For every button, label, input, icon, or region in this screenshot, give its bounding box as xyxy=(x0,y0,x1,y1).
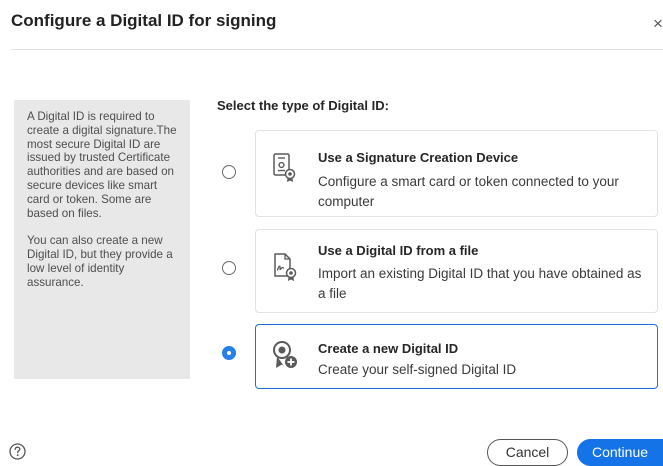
close-icon: × xyxy=(653,14,663,33)
help-button[interactable] xyxy=(9,443,26,460)
close-button[interactable]: × xyxy=(653,14,663,34)
option-title: Create a new Digital ID xyxy=(318,341,459,356)
help-icon xyxy=(9,443,26,460)
info-sidebar: A Digital ID is required to create a dig… xyxy=(14,100,190,379)
option-title: Use a Signature Creation Device xyxy=(318,150,519,165)
radio-digital-id-file[interactable] xyxy=(222,261,236,275)
option-signature-device[interactable]: Use a Signature Creation Device Configur… xyxy=(255,130,658,217)
option-new-digital-id[interactable]: Create a new Digital ID Create your self… xyxy=(255,324,658,389)
option-description: Configure a smart card or token connecte… xyxy=(318,174,619,209)
configure-digital-id-dialog: Configure a Digital ID for signing × A D… xyxy=(0,0,663,466)
new-digital-id-icon xyxy=(272,340,300,370)
radio-signature-device[interactable] xyxy=(222,165,236,179)
option-title: Use a Digital ID from a file xyxy=(318,243,479,258)
radio-new-digital-id[interactable] xyxy=(222,346,236,360)
option-digital-id-file[interactable]: Use a Digital ID from a file Import an e… xyxy=(255,229,658,313)
dialog-title: Configure a Digital ID for signing xyxy=(11,11,277,30)
option-description: Create your self-signed Digital ID xyxy=(318,362,517,377)
title-divider xyxy=(11,49,663,50)
section-heading: Select the type of Digital ID: xyxy=(217,98,389,113)
sidebar-paragraph-2: You can also create a new Digital ID, bu… xyxy=(27,234,173,289)
option-description: Import an existing Digital ID that you h… xyxy=(318,266,642,301)
signature-device-icon xyxy=(272,152,300,182)
digital-id-file-icon xyxy=(272,252,300,282)
sidebar-paragraph-1: A Digital ID is required to create a dig… xyxy=(27,110,177,220)
cancel-button[interactable]: Cancel xyxy=(487,439,568,466)
continue-button[interactable]: Continue xyxy=(577,439,663,466)
